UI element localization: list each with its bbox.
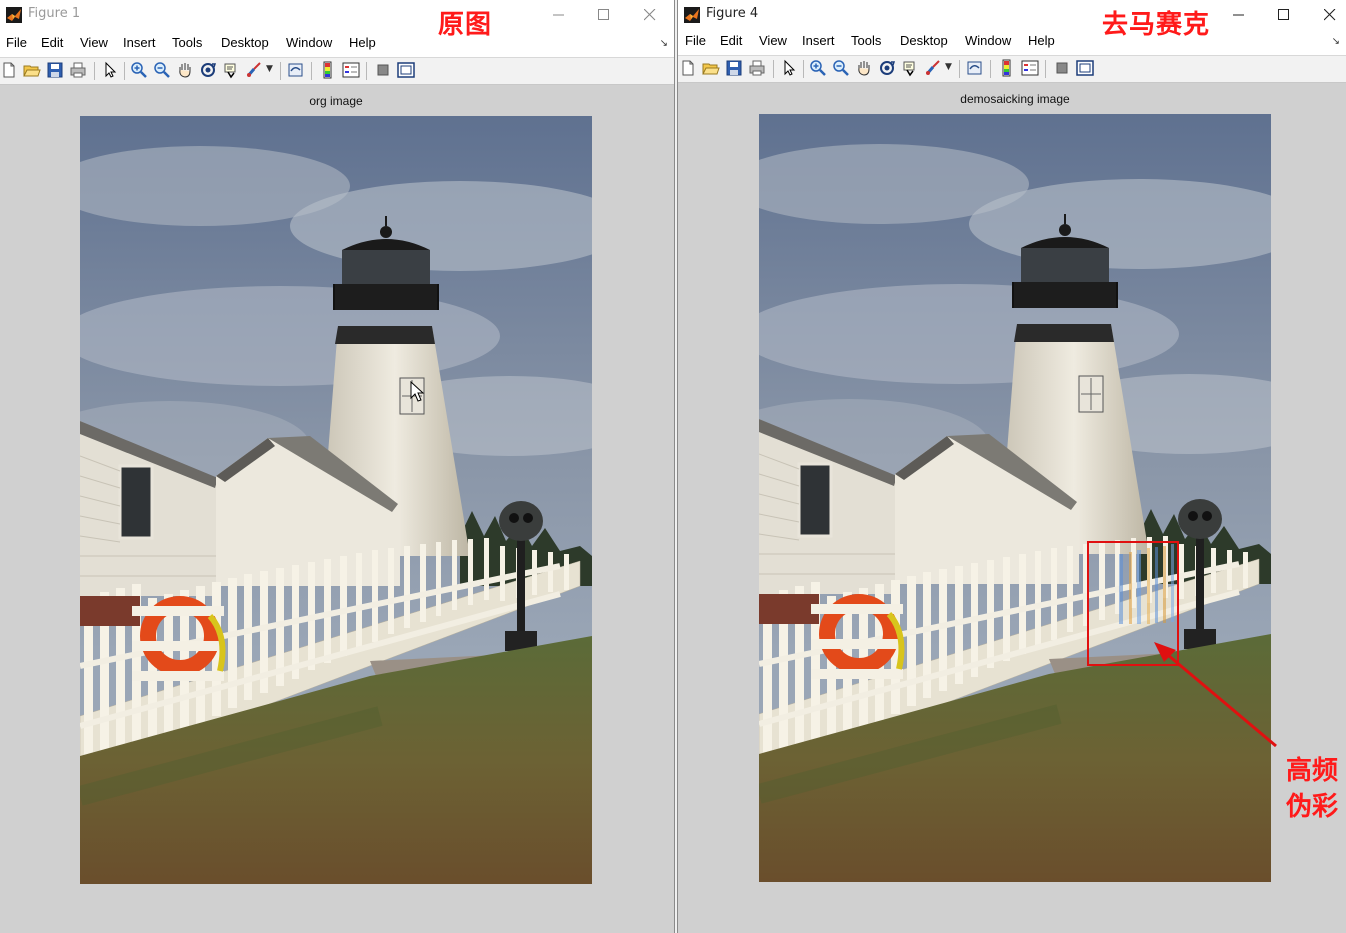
lighthouse-photo	[80, 116, 592, 884]
zoom-out-icon[interactable]	[153, 61, 171, 79]
lighthouse-photo	[759, 114, 1271, 882]
toolbar-separator	[366, 62, 367, 80]
minimize-icon	[553, 14, 564, 16]
matlab-logo-icon	[6, 7, 22, 23]
figure-window-1: Figure 1 原图 File Edit View Insert Tools …	[0, 0, 674, 933]
data-cursor-icon[interactable]	[222, 61, 240, 79]
rotate-3d-icon[interactable]	[199, 61, 217, 79]
brush-dropdown-icon[interactable]: ▼	[266, 64, 273, 74]
close-button[interactable]	[1311, 2, 1346, 28]
pointer-icon[interactable]	[101, 61, 119, 79]
toolbar-separator	[1045, 60, 1046, 78]
menu-window[interactable]: Window	[286, 35, 332, 50]
zoom-in-icon[interactable]	[130, 61, 148, 79]
callout-line-2: 伪彩	[1285, 792, 1338, 822]
menu-help[interactable]: Help	[1028, 33, 1055, 48]
matlab-logo-icon	[684, 7, 700, 23]
menu-view[interactable]: View	[80, 35, 108, 50]
window-title: Figure 4	[706, 6, 759, 21]
maximize-button[interactable]	[585, 2, 625, 28]
menu-desktop[interactable]: Desktop	[221, 35, 269, 50]
menu-file[interactable]: File	[685, 33, 706, 48]
minimize-button[interactable]	[540, 2, 580, 28]
legend-icon[interactable]	[1021, 59, 1039, 77]
maximize-icon	[1278, 9, 1289, 20]
save-icon[interactable]	[725, 59, 743, 77]
callout-arrow-icon	[1154, 642, 1277, 748]
maximize-button[interactable]	[1265, 2, 1305, 28]
link-plot-icon[interactable]	[287, 61, 305, 79]
pan-icon[interactable]	[855, 59, 873, 77]
figure-canvas[interactable]: org image	[0, 85, 674, 933]
menu-bar: File Edit View Insert Tools Desktop Wind…	[0, 32, 674, 54]
toolbar-separator	[773, 60, 774, 78]
close-icon	[644, 9, 656, 21]
menu-bar: File Edit View Insert Tools Desktop Wind…	[678, 30, 1346, 52]
toolbar-separator	[94, 62, 95, 80]
title-bar[interactable]: Figure 1 原图	[0, 0, 674, 40]
menu-help[interactable]: Help	[349, 35, 376, 50]
open-file-icon[interactable]	[702, 59, 720, 77]
pointer-icon[interactable]	[780, 59, 798, 77]
title-bar[interactable]: Figure 4 去马赛克	[678, 0, 1346, 40]
colorbar-icon[interactable]	[998, 59, 1016, 77]
menu-tools[interactable]: Tools	[172, 35, 202, 50]
toolbar-separator	[311, 62, 312, 80]
figure-window-4: Figure 4 去马赛克 File Edit View Insert Tool…	[678, 0, 1346, 933]
close-button[interactable]	[631, 2, 671, 28]
rotate-3d-icon[interactable]	[878, 59, 896, 77]
toolbar-separator	[803, 60, 804, 78]
close-icon	[1324, 9, 1336, 21]
menu-expand-arrow-icon[interactable]: ↘	[660, 38, 668, 49]
save-icon[interactable]	[46, 61, 64, 79]
print-icon[interactable]	[748, 59, 766, 77]
window-title: Figure 1	[28, 6, 81, 21]
callout-note: 高频 伪彩	[1280, 753, 1344, 825]
new-figure-icon[interactable]	[679, 59, 697, 77]
axes-title: org image	[309, 94, 363, 108]
menu-expand-arrow-icon[interactable]: ↘	[1332, 36, 1340, 47]
callout-line-1: 高频	[1285, 756, 1338, 786]
toolbar-separator	[124, 62, 125, 80]
link-plot-icon[interactable]	[966, 59, 984, 77]
menu-insert[interactable]: Insert	[802, 33, 835, 48]
legend-icon[interactable]	[342, 61, 360, 79]
brush-dropdown-icon[interactable]: ▼	[945, 62, 952, 72]
lighthouse-image	[80, 116, 592, 884]
colorbar-icon[interactable]	[319, 61, 337, 79]
print-icon[interactable]	[69, 61, 87, 79]
menu-insert[interactable]: Insert	[123, 35, 156, 50]
show-plot-tools-icon[interactable]	[1076, 59, 1094, 77]
data-cursor-icon[interactable]	[901, 59, 919, 77]
axes-title: demosaicking image	[960, 92, 1070, 106]
menu-file[interactable]: File	[6, 35, 27, 50]
brush-icon[interactable]	[245, 61, 263, 79]
new-figure-icon[interactable]	[0, 61, 18, 79]
figure-toolbar: ▼	[0, 57, 674, 85]
menu-view[interactable]: View	[759, 33, 787, 48]
maximize-icon	[598, 9, 609, 20]
figure-canvas[interactable]: demosaicking image 高频 伪彩	[678, 83, 1346, 933]
menu-desktop[interactable]: Desktop	[900, 33, 948, 48]
figure-toolbar: ▼	[678, 55, 1346, 83]
brush-icon[interactable]	[924, 59, 942, 77]
mouse-cursor-icon	[410, 381, 425, 402]
menu-window[interactable]: Window	[965, 33, 1011, 48]
toolbar-separator	[280, 62, 281, 80]
toolbar-separator	[990, 60, 991, 78]
hide-plot-tools-icon[interactable]	[1053, 59, 1071, 77]
minimize-button[interactable]	[1220, 2, 1260, 28]
pan-icon[interactable]	[176, 61, 194, 79]
show-plot-tools-icon[interactable]	[397, 61, 415, 79]
toolbar-separator	[959, 60, 960, 78]
menu-tools[interactable]: Tools	[851, 33, 881, 48]
open-file-icon[interactable]	[23, 61, 41, 79]
zoom-out-icon[interactable]	[832, 59, 850, 77]
menu-edit[interactable]: Edit	[41, 35, 63, 50]
minimize-icon	[1233, 14, 1244, 16]
lighthouse-image	[759, 114, 1271, 882]
zoom-in-icon[interactable]	[809, 59, 827, 77]
hide-plot-tools-icon[interactable]	[374, 61, 392, 79]
menu-edit[interactable]: Edit	[720, 33, 742, 48]
